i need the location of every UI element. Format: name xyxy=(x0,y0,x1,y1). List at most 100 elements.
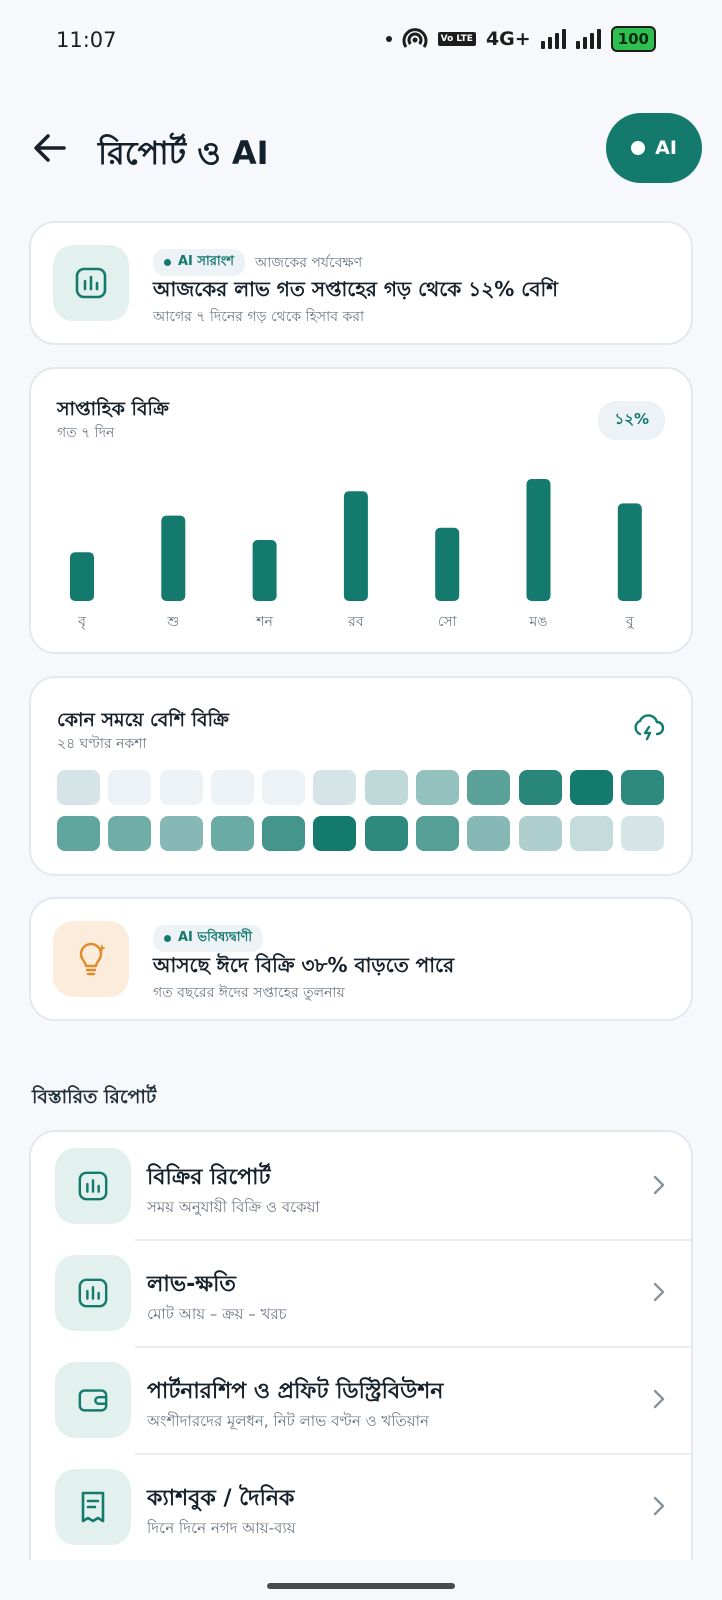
arrow-left-icon xyxy=(34,134,66,162)
x-tick-label: বু xyxy=(625,614,635,630)
bar-3 xyxy=(343,491,368,601)
divider xyxy=(135,1239,691,1241)
bar-4 xyxy=(435,527,460,601)
summary-title: আজকের লাভ গত সপ্তাহের গড় থেকে ১২% বেশি xyxy=(153,277,559,301)
home-indicator[interactable] xyxy=(267,1583,455,1589)
heatmap-cell xyxy=(467,816,511,851)
report-icon-box xyxy=(55,1255,131,1331)
heatmap-cell xyxy=(416,816,460,851)
heatmap-cell xyxy=(467,770,511,805)
battery-icon: 100 xyxy=(610,26,656,52)
chevron-right-icon xyxy=(653,1389,665,1409)
chevron-right-icon xyxy=(653,1282,665,1302)
heatmap-cell xyxy=(159,816,203,851)
cloud-lightning-icon xyxy=(634,714,665,741)
report-icon-box xyxy=(55,1148,131,1224)
bar-0 xyxy=(70,552,94,601)
ai-button-label: AI xyxy=(655,137,677,159)
heatmap-cell xyxy=(569,770,613,805)
bar-2 xyxy=(252,540,277,601)
network-type: 4G+ xyxy=(485,28,531,50)
ai-forecast-badge: AI ভবিষ্যদ্বাণী xyxy=(153,925,264,952)
report-item-subtitle: দিনে দিনে নগদ আয়-ব্যয় xyxy=(147,1519,296,1537)
report-item-cashbook[interactable]: ক্যাশবুক / দৈনিক দিনে দিনে নগদ আয়-ব্যয় xyxy=(31,1453,691,1560)
report-item-partnership[interactable]: পার্টনারশিপ ও প্রফিট ডিস্ট্রিবিউশন অংশীদ… xyxy=(31,1346,691,1453)
hotspot-icon xyxy=(402,28,428,48)
heatmap-cell xyxy=(621,770,665,805)
forecast-title: আসছে ঈদে বিক্রি ৩৮% বাড়তে পারে xyxy=(153,953,455,977)
heatmap-cell xyxy=(262,770,306,805)
report-item-subtitle: সময় অনুযায়ী বিক্রি ও বকেয়া xyxy=(147,1198,320,1216)
divider xyxy=(135,1453,691,1455)
heatmap-cell xyxy=(57,816,100,851)
x-tick-label: মঙ xyxy=(528,614,547,630)
heatmap-cell xyxy=(621,816,665,851)
back-button[interactable] xyxy=(28,126,72,170)
heatmap-subtitle: ২৪ ঘণ্টার নকশা xyxy=(57,736,147,752)
status-time: 11:07 xyxy=(56,28,117,52)
status-icons: Vo LTE 4G+ 100 xyxy=(385,26,656,52)
report-icon-box xyxy=(55,1362,131,1438)
ai-button[interactable]: AI xyxy=(606,113,702,183)
report-item-profit-loss[interactable]: লাভ-ক্ষতি মোট আয় – ক্রয় – খরচ xyxy=(31,1239,691,1346)
report-item-subtitle: মোট আয় – ক্রয় – খরচ xyxy=(147,1305,287,1323)
weekly-sales-card: সাপ্তাহিক বিক্রি গত ৭ দিন ১২% বৃ শু শন রব সো… xyxy=(29,367,693,654)
summary-meta: AI সারাংশ আজকের পর্যবেক্ষণ xyxy=(153,249,362,276)
heatmap-cell xyxy=(108,816,152,851)
signal-icon-2 xyxy=(575,29,601,49)
report-item-subtitle: অংশীদারদের মূলধন, নিট লাভ বণ্টন ও খতিয়া… xyxy=(147,1412,429,1430)
status-bar: 11:07 Vo LTE 4G+ 100 xyxy=(0,0,722,80)
bar-chart-icon xyxy=(75,267,107,299)
hourly-heatmap-card: কোন সময়ে বেশি বিক্রি ২৪ ঘণ্টার নকশা xyxy=(29,676,693,876)
report-item-title: পার্টনারশিপ ও প্রফিট ডিস্ট্রিবিউশন xyxy=(147,1379,444,1404)
x-tick-label: সো xyxy=(438,614,458,630)
ai-forecast-card[interactable]: AI ভবিষ্যদ্বাণী আসছে ঈদে বিক্রি ৩৮% বাড়… xyxy=(29,897,693,1021)
divider xyxy=(135,1346,691,1348)
x-tick-label: রব xyxy=(347,614,364,630)
heatmap-cell xyxy=(159,770,203,805)
weekly-bar-chart: বৃ শু শন রব সো মঙ বু xyxy=(70,479,642,630)
report-icon-box xyxy=(55,1469,131,1545)
report-item-title: ক্যাশবুক / দৈনিক xyxy=(147,1486,295,1511)
heatmap-cell xyxy=(518,770,562,805)
wallet-icon xyxy=(78,1389,108,1412)
heatmap-cell xyxy=(210,816,254,851)
heatmap-grid xyxy=(57,770,665,851)
x-tick-label: বৃ xyxy=(77,614,86,630)
heatmap-cell xyxy=(569,816,613,851)
heatmap-cell xyxy=(416,770,460,805)
summary-badge-note: আজকের পর্যবেক্ষণ xyxy=(255,254,363,271)
heatmap-cell xyxy=(57,770,100,805)
ai-dot-icon xyxy=(631,141,646,155)
chevron-right-icon xyxy=(653,1175,665,1195)
heatmap-cell xyxy=(210,770,254,805)
reports-section-title: বিস্তারিত রিপোর্ট xyxy=(32,1086,157,1108)
bar-1 xyxy=(161,515,186,601)
notification-dot-icon xyxy=(385,36,392,42)
x-tick-label: শু xyxy=(166,614,179,630)
chevron-right-icon xyxy=(653,1496,665,1516)
heatmap-cell xyxy=(313,816,357,851)
heatmap-cell xyxy=(313,770,357,805)
report-item-sales[interactable]: বিক্রির রিপোর্ট সময় অনুযায়ী বিক্রি ও ব… xyxy=(31,1132,691,1239)
bar-6 xyxy=(617,503,642,601)
forecast-icon-box xyxy=(53,921,129,997)
ai-summary-card[interactable]: AI সারাংশ আজকের পর্যবেক্ষণ আজকের লাভ গত … xyxy=(29,221,693,345)
bar-5 xyxy=(526,479,551,601)
heatmap-cell xyxy=(364,770,408,805)
volte-icon: Vo LTE xyxy=(437,32,476,46)
ai-summary-badge: AI সারাংশ xyxy=(153,249,245,276)
heatmap-cell xyxy=(108,770,152,805)
lightbulb-icon xyxy=(79,942,106,976)
bar-chart-icon xyxy=(78,1278,108,1308)
report-list: বিক্রির রিপোর্ট সময় অনুযায়ী বিক্রি ও ব… xyxy=(29,1130,693,1560)
report-item-title: বিক্রির রিপোর্ট xyxy=(147,1165,271,1190)
receipt-icon xyxy=(81,1491,105,1523)
signal-icon xyxy=(540,29,566,49)
heatmap-cell xyxy=(262,816,306,851)
forecast-subtitle: গত বছরের ঈদের সপ্তাহের তুলনায় xyxy=(153,985,345,1001)
summary-subtitle: আগের ৭ দিনের গড় থেকে হিসাব করা xyxy=(153,309,365,325)
bar-chart-icon xyxy=(78,1171,108,1201)
heatmap-cell xyxy=(364,816,408,851)
page-title: রিপোর্ট ও AI xyxy=(98,134,269,172)
